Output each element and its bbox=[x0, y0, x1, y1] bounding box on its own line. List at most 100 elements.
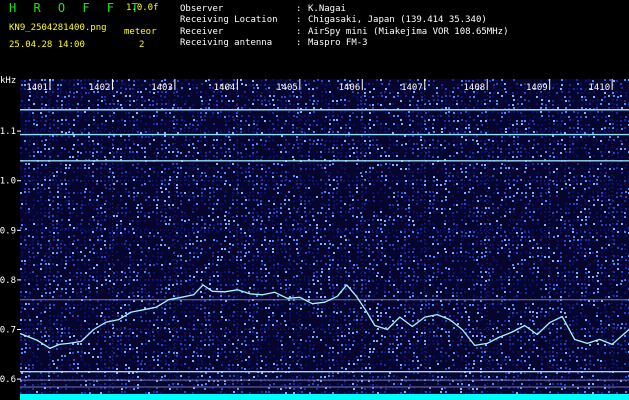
noise-speck bbox=[529, 119, 531, 121]
noise-speck bbox=[568, 212, 570, 214]
noise-speck bbox=[452, 175, 454, 177]
noise-speck bbox=[213, 195, 215, 197]
noise-speck bbox=[216, 139, 218, 141]
noise-speck bbox=[104, 175, 106, 177]
noise-speck bbox=[157, 223, 159, 225]
noise-speck bbox=[621, 168, 623, 170]
noise-speck bbox=[269, 171, 271, 173]
noise-speck bbox=[321, 207, 323, 209]
noise-speck bbox=[248, 272, 250, 274]
noise-speck bbox=[109, 132, 111, 134]
noise-speck bbox=[33, 79, 35, 81]
noise-speck bbox=[172, 259, 174, 261]
noise-speck bbox=[161, 252, 163, 254]
noise-speck bbox=[304, 135, 306, 137]
noise-speck bbox=[513, 276, 515, 278]
noise-speck bbox=[449, 243, 451, 245]
noise-speck bbox=[133, 232, 135, 234]
noise-speck bbox=[424, 176, 426, 178]
noise-speck bbox=[533, 139, 535, 141]
noise-speck bbox=[137, 156, 139, 158]
noise-speck bbox=[69, 216, 71, 218]
noise-speck bbox=[176, 123, 178, 125]
noise-speck bbox=[293, 164, 295, 166]
noise-speck bbox=[540, 155, 542, 157]
noise-speck bbox=[37, 183, 39, 185]
noise-speck bbox=[453, 219, 455, 221]
noise-speck bbox=[492, 271, 494, 273]
noise-speck bbox=[220, 243, 222, 245]
noise-speck bbox=[113, 232, 115, 234]
noise-speck bbox=[185, 235, 187, 237]
noise-speck bbox=[400, 231, 402, 233]
noise-speck bbox=[504, 83, 506, 85]
noise-speck bbox=[36, 128, 38, 130]
noise-speck bbox=[372, 231, 374, 233]
noise-speck bbox=[228, 167, 230, 169]
noise-speck bbox=[440, 184, 442, 186]
noise-speck bbox=[232, 100, 234, 102]
noise-speck bbox=[101, 147, 103, 149]
noise-speck bbox=[588, 271, 590, 273]
noise-speck bbox=[28, 163, 30, 165]
noise-speck bbox=[189, 111, 191, 113]
noise-speck bbox=[232, 203, 234, 205]
noise-speck bbox=[184, 183, 186, 185]
noise-speck bbox=[228, 271, 230, 273]
noise-speck bbox=[569, 151, 571, 153]
noise-speck bbox=[316, 224, 318, 226]
noise-speck bbox=[580, 211, 582, 213]
noise-speck bbox=[73, 275, 75, 277]
noise-speck bbox=[436, 163, 438, 165]
noise-speck bbox=[344, 255, 346, 257]
noise-speck bbox=[285, 139, 287, 141]
noise-speck bbox=[400, 216, 402, 218]
noise-speck bbox=[608, 188, 610, 190]
noise-speck bbox=[548, 232, 550, 234]
noise-speck bbox=[404, 260, 406, 262]
noise-speck bbox=[64, 96, 66, 98]
noise-speck bbox=[496, 264, 498, 266]
noise-speck bbox=[80, 223, 82, 225]
noise-speck bbox=[520, 84, 522, 86]
noise-speck bbox=[213, 239, 215, 241]
noise-speck bbox=[281, 180, 283, 182]
noise-speck bbox=[52, 172, 54, 174]
noise-speck bbox=[396, 140, 398, 142]
noise-speck bbox=[289, 216, 291, 218]
noise-speck bbox=[88, 127, 90, 129]
noise-speck bbox=[521, 120, 523, 122]
noise-speck bbox=[541, 236, 543, 238]
noise-speck bbox=[68, 103, 70, 105]
noise-speck bbox=[285, 219, 287, 221]
noise-speck bbox=[140, 211, 142, 213]
noise-speck bbox=[249, 192, 251, 194]
noise-speck bbox=[361, 204, 363, 206]
noise-speck bbox=[305, 107, 307, 109]
noise-speck bbox=[148, 212, 150, 214]
noise-speck bbox=[332, 192, 334, 194]
noise-speck bbox=[264, 99, 266, 101]
noise-speck bbox=[576, 248, 578, 250]
noise-speck bbox=[76, 215, 78, 217]
noise-speck bbox=[121, 263, 123, 265]
noise-speck bbox=[149, 260, 151, 262]
noise-speck bbox=[52, 147, 54, 149]
noise-speck bbox=[304, 132, 306, 134]
noise-speck bbox=[401, 123, 403, 125]
noise-speck bbox=[420, 199, 422, 201]
noise-speck bbox=[617, 235, 619, 237]
noise-speck bbox=[564, 275, 566, 277]
noise-speck bbox=[252, 272, 254, 274]
noise-speck bbox=[285, 224, 287, 226]
noise-speck bbox=[176, 191, 178, 193]
noise-speck bbox=[52, 208, 54, 210]
noise-speck bbox=[441, 128, 443, 130]
noise-speck bbox=[352, 156, 354, 158]
noise-speck bbox=[156, 204, 158, 206]
noise-speck bbox=[484, 175, 486, 177]
noise-speck bbox=[437, 271, 439, 273]
noise-speck bbox=[265, 248, 267, 250]
noise-speck bbox=[212, 183, 214, 185]
noise-speck bbox=[509, 119, 511, 121]
